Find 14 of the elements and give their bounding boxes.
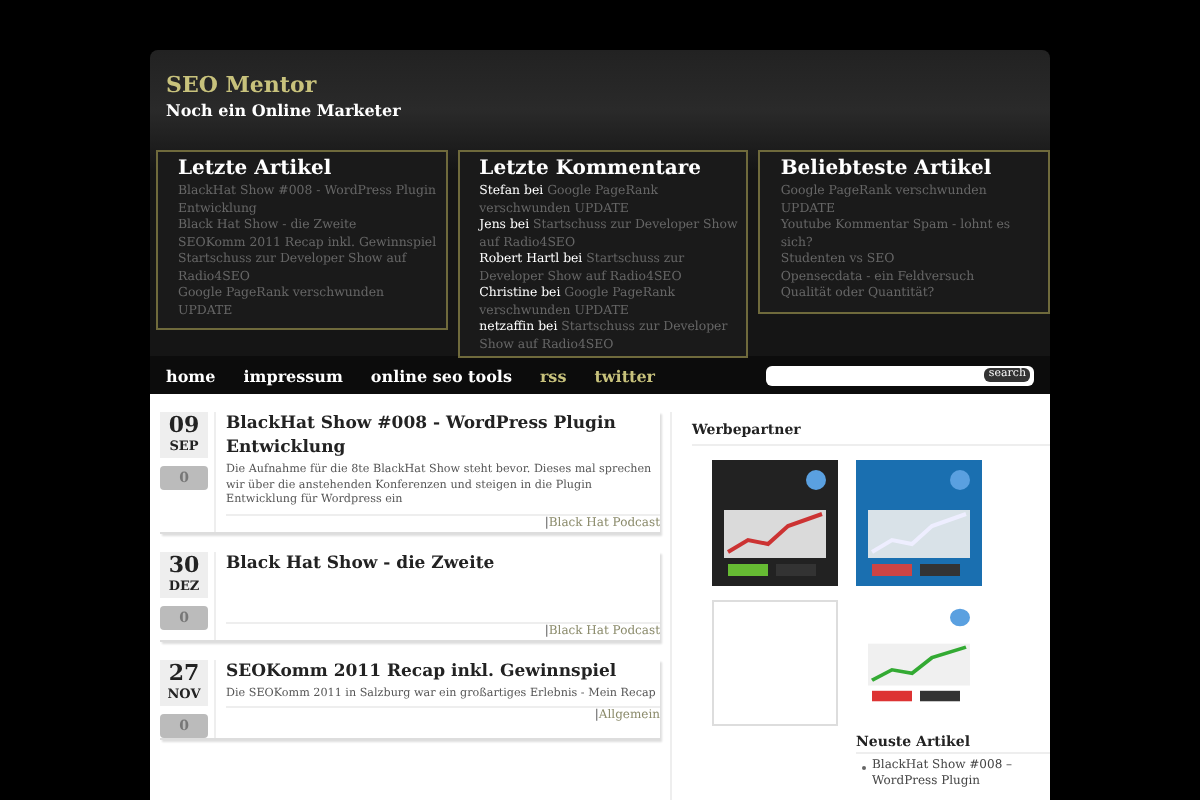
widget-title: Letzte Artikel	[178, 156, 334, 182]
ad-placeholder	[712, 600, 838, 726]
site-title[interactable]: SEO Mentor	[166, 72, 317, 98]
post-title[interactable]: SEOKomm 2011 Recap inkl. Gewinnspiel	[226, 659, 660, 683]
site-tagline: Noch ein Online Marketer	[166, 100, 403, 120]
nav-link[interactable]: twitter	[594, 365, 656, 385]
widget-title: Letzte Kommentare	[479, 156, 703, 182]
post-title[interactable]: BlackHat Show #008 - WordPress Plugin Entwicklung	[226, 412, 660, 460]
nav-link[interactable]: online seo tools	[370, 365, 512, 385]
widget-title: Beliebteste Artikel	[780, 156, 994, 182]
nav-link[interactable]: rss	[539, 365, 567, 385]
nav-link[interactable]: impressum	[243, 365, 343, 385]
post-title[interactable]: Black Hat Show - die Zweite	[226, 551, 660, 575]
nav-link[interactable]: home	[166, 365, 216, 385]
